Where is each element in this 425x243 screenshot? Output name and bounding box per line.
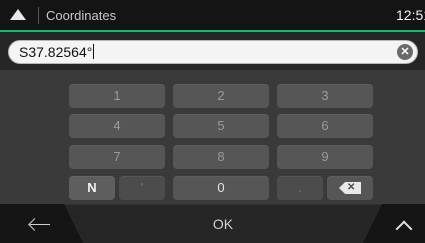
- key-1[interactable]: 1: [69, 84, 165, 108]
- key-0[interactable]: 0: [173, 176, 269, 200]
- text-caret: [93, 44, 95, 59]
- key-8[interactable]: 8: [173, 145, 269, 169]
- page-title: Coordinates: [46, 8, 117, 23]
- key-9[interactable]: 9: [277, 145, 373, 169]
- backspace-key[interactable]: ✕: [327, 176, 373, 200]
- coordinate-input[interactable]: S37.82564° ✕: [8, 40, 418, 64]
- key-4[interactable]: 4: [69, 114, 165, 138]
- ok-label: OK: [212, 216, 234, 232]
- coordinate-value: S37.82564°: [19, 44, 93, 60]
- hemisphere-key[interactable]: N: [69, 176, 115, 200]
- title-bar: Coordinates 12:51: [0, 0, 425, 32]
- clock: 12:51: [396, 7, 425, 23]
- back-triangle-icon[interactable]: [10, 9, 26, 20]
- keypad: 1 2 3 4 5 6 7 8 9 N ' 0 . ✕: [0, 70, 425, 204]
- minute-mark-key[interactable]: ': [119, 176, 165, 200]
- input-area: S37.82564° ✕: [0, 32, 425, 70]
- backspace-icon: ✕: [339, 182, 361, 194]
- decimal-key[interactable]: .: [277, 176, 323, 200]
- key-3[interactable]: 3: [277, 84, 373, 108]
- key-2[interactable]: 2: [173, 84, 269, 108]
- key-6[interactable]: 6: [277, 114, 373, 138]
- back-arrow-icon[interactable]: [30, 224, 50, 225]
- clear-icon[interactable]: ✕: [397, 44, 413, 60]
- key-5[interactable]: 5: [173, 114, 269, 138]
- key-7[interactable]: 7: [69, 145, 165, 169]
- title-separator: [38, 7, 39, 24]
